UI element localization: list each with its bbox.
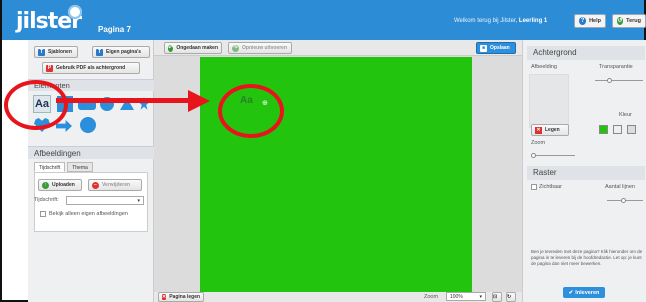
transparantie-slider-knob[interactable]: [607, 78, 612, 83]
save-icon: ■: [480, 44, 487, 52]
app-header: jilster Pagina 7 Welkom terug bij Jilste…: [2, 0, 646, 40]
pagina-legen-button[interactable]: ✕ Pagina legen: [158, 292, 204, 302]
right-sidebar: Achtergrond Afbeelding Transparantie Kle…: [522, 40, 646, 302]
zichtbaar-checkbox[interactable]: [531, 184, 537, 190]
editor-toolbar: ↶ Ongedaan maken ↷ Opnieuw uitvoeren ■ O…: [154, 40, 522, 56]
help-icon: ?: [579, 17, 587, 25]
sjablonen-label: Sjablonen: [48, 49, 72, 55]
clear-background-icon: ✕: [535, 126, 542, 134]
uploaden-button[interactable]: ↑ Uploaden: [38, 179, 82, 191]
zoom-fit-icon: ⊡: [493, 294, 498, 300]
opslaan-button[interactable]: ■ Opslaan: [476, 42, 516, 54]
welcome-user: Leerling 1: [518, 18, 548, 24]
checkmark-icon: ✔: [568, 289, 574, 296]
help-button[interactable]: ? Help: [574, 14, 606, 28]
sjablonen-button[interactable]: T Sjablonen: [34, 46, 78, 58]
legen-label: Legen: [545, 127, 560, 133]
back-label: Terug: [626, 18, 641, 24]
eigen-afbeeldingen-label: Bekijk alleen eigen afbeeldingen: [49, 211, 128, 217]
aantal-lijnen-label: Aantal lijnen: [605, 184, 635, 190]
back-button[interactable]: ↺ Terug: [612, 14, 646, 28]
logo-mark-icon: [68, 5, 82, 19]
image-source-tabs: Tijdschrift Thema: [34, 162, 93, 172]
welcome-text: Welkom terug bij Jilster, Leerling 1: [454, 18, 547, 24]
zoom-value: 100%: [450, 294, 463, 300]
annotation-circle-left: [4, 80, 68, 130]
transparantie-label: Transparantie: [599, 64, 633, 70]
inleveren-button[interactable]: ✔ Inleveren: [563, 287, 605, 298]
large-circle-shape-tile[interactable]: [80, 117, 96, 133]
welcome-prefix: Welkom terug bij Jilster,: [454, 18, 518, 24]
uploaden-label: Uploaden: [52, 182, 75, 188]
zoom-reset-button[interactable]: ↻: [506, 292, 516, 302]
pdf-label: Gebruik PDF als achtergrond: [56, 65, 126, 71]
opslaan-label: Opslaan: [490, 45, 510, 51]
aantal-lijnen-slider-knob[interactable]: [621, 198, 626, 203]
eigen-paginas-button[interactable]: T Eigen pagina's: [92, 46, 150, 58]
pagina-legen-label: Pagina legen: [169, 294, 201, 300]
annotation-arrow: [56, 98, 194, 103]
pdf-icon: P: [46, 64, 53, 72]
afbeeldingen-section-title: Afbeeldingen: [28, 146, 154, 159]
back-arrow-icon: ↺: [617, 17, 624, 25]
template-icon: T: [38, 48, 45, 56]
page-title: Pagina 7: [98, 25, 131, 34]
inleveren-help-text: Ben je tevreden met deze pagina? Klik hi…: [531, 249, 643, 266]
zoom-fit-button[interactable]: ⊡: [492, 292, 502, 302]
undo-icon: ↶: [168, 44, 174, 52]
zoom-select[interactable]: 100% ▾: [446, 292, 486, 301]
kleur-label: Kleur: [619, 112, 632, 118]
legen-button[interactable]: ✕ Legen: [531, 124, 569, 136]
tijdschrift-select[interactable]: ▾: [66, 196, 144, 205]
redo-button[interactable]: ↷ Opnieuw uitvoeren: [228, 42, 292, 54]
delete-icon: −: [92, 181, 99, 189]
eyedropper-icon[interactable]: [613, 125, 622, 134]
background-zoom-slider[interactable]: [531, 155, 575, 156]
help-label: Help: [589, 18, 601, 24]
background-image-preview[interactable]: [529, 74, 569, 128]
zoom-background-label: Zoom: [531, 140, 546, 146]
annotation-circle-right: [218, 84, 284, 138]
left-sidebar: T Sjablonen T Eigen pagina's P Gebruik P…: [28, 40, 154, 302]
verwijderen-label: Verwijderen: [102, 182, 131, 188]
eigen-afbeeldingen-checkbox[interactable]: [40, 211, 46, 217]
tab-tijdschrift[interactable]: Tijdschrift: [34, 162, 66, 172]
eigen-paginas-label: Eigen pagina's: [106, 49, 142, 55]
tab-thema[interactable]: Thema: [67, 162, 93, 172]
afbeelding-label: Afbeelding: [531, 64, 557, 70]
upload-icon: ↑: [42, 181, 49, 189]
redo-icon: ↷: [232, 44, 239, 52]
editor-area: ↶ Ongedaan maken ↷ Opnieuw uitvoeren ■ O…: [154, 40, 522, 302]
redo-label: Opnieuw uitvoeren: [242, 45, 288, 51]
inleveren-label: Inleveren: [575, 289, 600, 296]
verwijderen-button[interactable]: − Verwijderen: [88, 179, 142, 191]
undo-button[interactable]: ↶ Ongedaan maken: [164, 42, 222, 54]
pages-icon: T: [96, 48, 103, 56]
clear-icon: ✕: [162, 294, 167, 300]
zoom-label: Zoom: [424, 294, 439, 300]
undo-label: Ongedaan maken: [176, 45, 218, 51]
zoom-reset-icon: ↻: [507, 294, 512, 300]
zichtbaar-label: Zichtbaar: [539, 184, 562, 190]
achtergrond-title: Achtergrond: [527, 46, 645, 60]
pdf-background-button[interactable]: P Gebruik PDF als achtergrond: [42, 62, 140, 74]
editor-bottom-bar: ✕ Pagina legen Zoom 100% ▾ ⊡ ↻: [154, 292, 522, 302]
tijdschrift-label: Tijdschrift:: [34, 197, 59, 203]
background-color-swatch[interactable]: [599, 125, 608, 134]
no-color-swatch[interactable]: [627, 125, 636, 134]
annotation-arrow-head: [188, 90, 210, 112]
raster-title: Raster: [527, 166, 645, 180]
transparantie-slider[interactable]: [595, 80, 643, 81]
background-zoom-slider-knob[interactable]: [531, 153, 536, 158]
